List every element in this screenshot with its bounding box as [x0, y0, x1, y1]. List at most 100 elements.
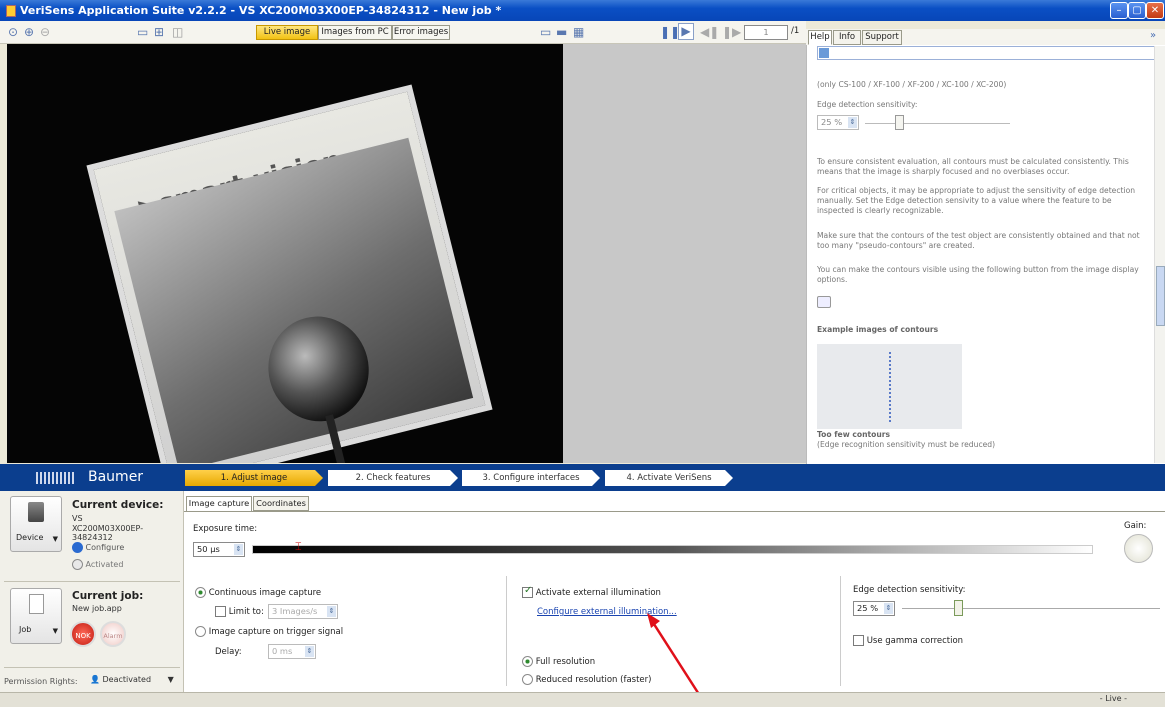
device-activated[interactable]: Activated — [72, 559, 123, 570]
step-check-features[interactable]: 2. Check features — [328, 470, 458, 486]
job-filename: New job.app — [72, 604, 122, 613]
edge-sensitivity-label: Edge detection sensitivity: — [853, 585, 966, 595]
expand-icon[interactable]: » — [1150, 30, 1156, 41]
zoom-in-icon[interactable]: ⊕ — [24, 25, 34, 39]
maximize-button[interactable]: ▢ — [1128, 2, 1146, 19]
help-content: (only CS-100 / XF-100 / XF-200 / XC-100 … — [806, 45, 1165, 464]
window-title: VeriSens Application Suite v2.2.2 - VS X… — [20, 4, 502, 17]
device-model: XC200M03X00EP-34824312 — [72, 524, 144, 542]
tab-info[interactable]: Info — [833, 30, 861, 45]
permission-dropdown[interactable]: 👤 Deactivated ▼ — [90, 675, 174, 684]
help-paragraph-4: You can make the contours visible using … — [817, 265, 1139, 284]
page-number-input[interactable]: 1 — [744, 25, 788, 40]
exposure-slider-thumb[interactable]: ⌶ — [295, 540, 302, 554]
permission-label: Permission Rights: — [4, 677, 78, 686]
trigger-capture-option[interactable]: Image capture on trigger signal — [195, 626, 343, 637]
delay-input[interactable]: 0 ms ⇕ — [268, 644, 316, 659]
external-illumination-checkbox[interactable] — [522, 585, 533, 598]
status-bar: - Live - — [0, 692, 1165, 707]
baumer-logo-icon — [36, 472, 76, 484]
contour-button-icon — [817, 296, 831, 308]
tab-coordinates[interactable]: Coordinates — [253, 496, 309, 511]
alarm-indicator: Alarm — [100, 621, 126, 647]
scroll-thumb[interactable] — [1156, 266, 1165, 326]
device-configure[interactable]: Configure — [72, 542, 124, 553]
gain-knob[interactable] — [1124, 534, 1153, 563]
exposure-label: Exposure time: — [193, 524, 258, 534]
edge-sensitivity-track[interactable] — [902, 608, 1160, 609]
continuous-radio[interactable] — [195, 587, 206, 598]
grid-view-icon[interactable]: ⊞ — [154, 25, 164, 39]
job-button[interactable]: Job ▼ — [10, 588, 62, 644]
dropdown-icon: ▼ — [52, 535, 58, 543]
reduced-resolution-radio[interactable] — [522, 674, 533, 685]
image-background — [563, 44, 806, 463]
limit-checkbox[interactable] — [215, 606, 226, 617]
layout-multi-icon[interactable]: ▦ — [573, 25, 584, 39]
edge-sensitivity-thumb[interactable] — [954, 600, 963, 616]
current-job-title: Current job: — [72, 590, 144, 602]
help-applies-to: (only CS-100 / XF-100 / XF-200 / XC-100 … — [817, 80, 1007, 89]
help-tabs: Help Info Support » — [806, 29, 1165, 46]
next-image-icon[interactable]: ❚▶ — [722, 25, 741, 39]
limit-rate-input[interactable]: 3 Images/s ⇕ — [268, 604, 338, 619]
tab-images-from-pc[interactable]: Images from PC — [318, 25, 392, 40]
live-image-view[interactable]: ▶smart vision lights — [7, 44, 563, 463]
external-illumination-option[interactable]: Activate external illumination — [522, 585, 661, 598]
close-button[interactable]: ✕ — [1146, 2, 1164, 19]
camera-icon — [28, 502, 44, 522]
brand-name: Baumer — [88, 469, 144, 485]
exposure-slider[interactable] — [252, 545, 1093, 554]
layout-split-icon[interactable]: ▬ — [556, 25, 567, 39]
zoom-fit-icon[interactable]: ⊙ — [8, 25, 18, 39]
help-slider-track — [865, 123, 1010, 124]
configure-mode-icon — [72, 542, 83, 553]
gamma-checkbox[interactable] — [853, 635, 864, 646]
help-scrollbar[interactable] — [1154, 46, 1165, 463]
reduced-resolution-option[interactable]: Reduced resolution (faster) — [522, 674, 651, 685]
play-icon[interactable]: ▶ — [678, 23, 694, 40]
limit-option[interactable]: Limit to: — [215, 606, 264, 617]
exposure-input[interactable]: 50 µs ⇕ — [193, 542, 245, 557]
zoom-out-icon[interactable]: ⊖ — [40, 25, 50, 39]
delay-label: Delay: — [215, 647, 242, 657]
continuous-capture-option[interactable]: Continuous image capture — [195, 587, 321, 598]
gamma-correction-option[interactable]: Use gamma correction — [853, 635, 963, 646]
step-configure-interfaces[interactable]: 3. Configure interfaces — [462, 470, 600, 486]
dropdown-icon: ▼ — [167, 675, 174, 684]
current-device-title: Current device: — [72, 499, 164, 511]
layout-single-icon[interactable]: ▭ — [540, 25, 551, 39]
overlay-icon[interactable]: ◫ — [172, 25, 183, 39]
tab-error-images[interactable]: Error images — [392, 25, 450, 40]
live-status: - Live - — [1099, 694, 1127, 703]
help-paragraph-2: For critical objects, it may be appropri… — [817, 186, 1136, 215]
device-button[interactable]: Device ▼ — [10, 496, 62, 552]
full-resolution-radio[interactable] — [522, 656, 533, 667]
tab-image-capture[interactable]: Image capture — [186, 496, 252, 511]
contour-view-icon[interactable]: ▭ — [137, 25, 148, 39]
app-icon — [6, 4, 16, 17]
help-sensitivity-label: Edge detection sensitivity: — [817, 100, 918, 109]
trigger-radio[interactable] — [195, 626, 206, 637]
help-slider-thumb — [895, 115, 904, 130]
device-job-panel: Device ▼ Current device: VS XC200M03X00E… — [0, 491, 184, 692]
step-adjust-image[interactable]: 1. Adjust image — [185, 470, 323, 486]
help-search[interactable] — [817, 46, 1157, 60]
help-sensitivity-spin: 25 % ⇕ — [817, 115, 859, 130]
step-activate-verisens[interactable]: 4. Activate VeriSens — [605, 470, 733, 486]
annotation-arrow — [647, 613, 704, 700]
gain-label: Gain: — [1124, 521, 1147, 531]
tab-live-image[interactable]: Live image — [256, 25, 318, 40]
previous-image-icon[interactable]: ◀❚ — [700, 25, 719, 39]
tab-help[interactable]: Help — [808, 30, 832, 45]
minimize-button[interactable]: – — [1110, 2, 1128, 19]
page-total: /1 — [791, 26, 800, 36]
camera-image: ▶smart vision lights — [86, 84, 493, 463]
title-bar: VeriSens Application Suite v2.2.2 - VS X… — [0, 0, 1165, 21]
edge-sensitivity-input[interactable]: 25 % ⇕ — [853, 601, 895, 616]
dropdown-icon: ▼ — [52, 627, 58, 635]
full-resolution-option[interactable]: Full resolution — [522, 656, 595, 667]
image-toolbar: ⊙ ⊕ ⊖ ▭ ⊞ ◫ Live image Images from PC Er… — [0, 21, 806, 44]
tab-support[interactable]: Support — [862, 30, 902, 45]
example-contour-image — [817, 344, 962, 429]
